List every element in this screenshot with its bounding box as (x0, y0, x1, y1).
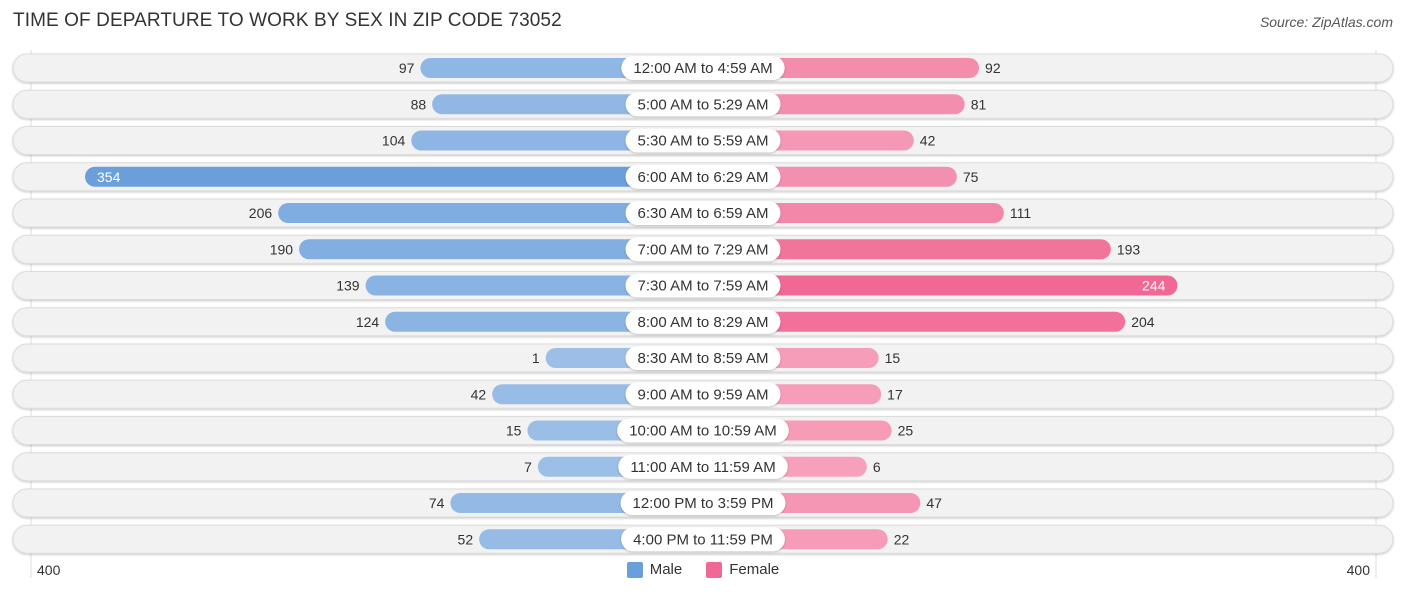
value-label-female: 17 (887, 386, 903, 402)
value-label-female: 111 (1010, 205, 1031, 221)
chart-canvas: 12:00 AM to 4:59 AM 97 92 5:00 AM to 5:29 A… (12, 50, 1394, 578)
value-label-female: 47 (926, 495, 942, 511)
value-label-male: 124 (356, 314, 380, 330)
legend-swatch-male (626, 561, 643, 578)
value-label-male: 1 (532, 350, 540, 366)
value-label-female: 42 (920, 133, 936, 149)
category-label: 11:00 AM to 11:59 AM (630, 459, 775, 476)
chart-row: 8:00 AM to 8:29 AM 124 204 (12, 307, 1394, 337)
value-label-female: 25 (898, 423, 914, 439)
value-label-male: 97 (399, 60, 415, 76)
category-label: 12:00 PM to 3:59 PM (633, 495, 774, 512)
value-label-male: 7 (524, 459, 532, 475)
chart-row: 4:00 PM to 11:59 PM 52 22 (12, 524, 1394, 554)
value-label-male: 74 (429, 495, 445, 511)
value-label-male: 15 (506, 423, 522, 439)
legend-item-female[interactable]: Female (706, 561, 779, 578)
legend: Male Female (0, 561, 1406, 578)
chart-row: 7:30 AM to 7:59 AM 139 244 (12, 271, 1394, 300)
category-label: 7:30 AM to 7:59 AM (638, 278, 769, 295)
value-label-female: 15 (885, 350, 901, 366)
category-label: 8:00 AM to 8:29 AM (638, 314, 769, 331)
chart-row: 7:00 AM to 7:29 AM 190 193 (12, 234, 1394, 264)
category-label: 7:00 AM to 7:29 AM (638, 241, 769, 258)
value-label-female: 204 (1131, 314, 1155, 330)
value-label-female: 193 (1117, 241, 1141, 257)
chart-row: 9:00 AM to 9:59 AM 42 17 (12, 379, 1394, 409)
value-label-male: 139 (336, 278, 360, 294)
value-label-male: 206 (249, 205, 273, 221)
chart-row: 6:30 AM to 6:59 AM 206 111 (12, 198, 1394, 228)
category-label: 5:00 AM to 5:29 AM (638, 96, 769, 113)
value-label-female: 92 (985, 60, 1001, 76)
value-label-male: 104 (382, 133, 406, 149)
value-label-male: 52 (458, 531, 474, 547)
value-label-male: 42 (471, 386, 487, 402)
value-label-female: 81 (971, 96, 987, 112)
chart-row: 11:00 AM to 11:59 AM 7 6 (12, 452, 1394, 482)
chart-row: 6:00 AM to 6:29 AM 354 75 (12, 162, 1394, 192)
category-label: 6:00 AM to 6:29 AM (638, 169, 769, 186)
chart-row: 5:00 AM to 5:29 AM 88 81 (12, 89, 1394, 119)
value-label-female: 22 (894, 531, 910, 547)
value-label-male: 354 (97, 169, 121, 185)
value-label-male: 88 (411, 96, 427, 112)
category-label: 5:30 AM to 5:59 AM (638, 133, 769, 150)
value-label-female: 6 (873, 459, 881, 475)
chart-row: 8:30 AM to 8:59 AM 1 15 (12, 343, 1394, 373)
value-label-female: 75 (963, 169, 979, 185)
category-label: 12:00 AM to 4:59 AM (633, 60, 772, 77)
category-label: 10:00 AM to 10:59 AM (629, 423, 777, 440)
value-label-male: 190 (270, 241, 294, 257)
category-label: 4:00 PM to 11:59 PM (633, 531, 773, 548)
chart-row: 12:00 PM to 3:59 PM 74 47 (12, 488, 1394, 518)
legend-label-female: Female (729, 561, 780, 578)
chart-row: 5:30 AM to 5:59 AM 104 42 (12, 126, 1394, 155)
legend-item-male[interactable]: Male (626, 561, 683, 578)
legend-label-male: Male (649, 561, 683, 578)
bar-male (85, 166, 703, 187)
legend-swatch-female (706, 561, 723, 578)
category-label: 6:30 AM to 6:59 AM (638, 205, 769, 222)
value-label-female: 244 (1142, 278, 1166, 294)
chart-row: 10:00 AM to 10:59 AM 15 25 (12, 416, 1394, 445)
category-label: 8:30 AM to 8:59 AM (638, 350, 769, 367)
category-label: 9:00 AM to 9:59 AM (638, 386, 769, 403)
chart-row: 12:00 AM to 4:59 AM 97 92 (12, 53, 1394, 83)
